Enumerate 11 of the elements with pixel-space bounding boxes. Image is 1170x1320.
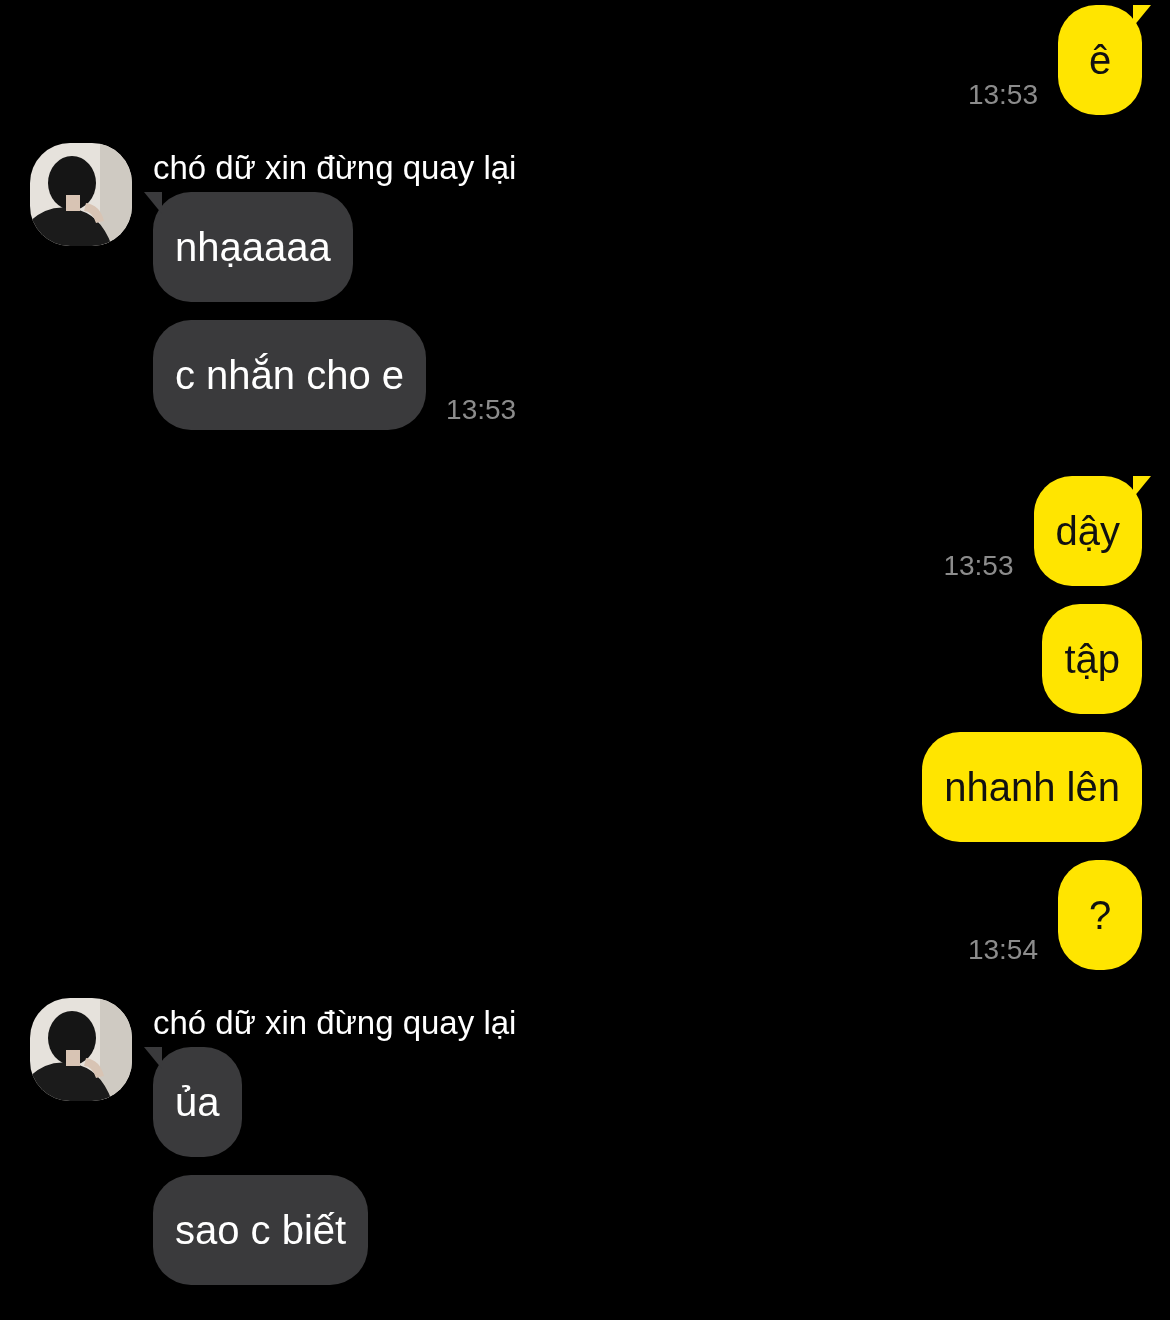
message-bubble: c nhắn cho e: [153, 320, 427, 430]
message-bubble: nhanh lên: [922, 732, 1142, 842]
sender-name: chó dữ xin đừng quay lại: [153, 151, 517, 184]
message-bubble: sao c biết: [153, 1175, 369, 1285]
message-bubble: ?: [1058, 860, 1142, 970]
message-bubble: tập: [1042, 604, 1142, 714]
timestamp: 13:54: [967, 936, 1038, 967]
timestamp: 13:53: [967, 81, 1038, 112]
sender-name: chó dữ xin đừng quay lại: [153, 1006, 517, 1039]
timestamp: 13:53: [943, 552, 1014, 583]
timestamp: 13:53: [446, 396, 517, 427]
